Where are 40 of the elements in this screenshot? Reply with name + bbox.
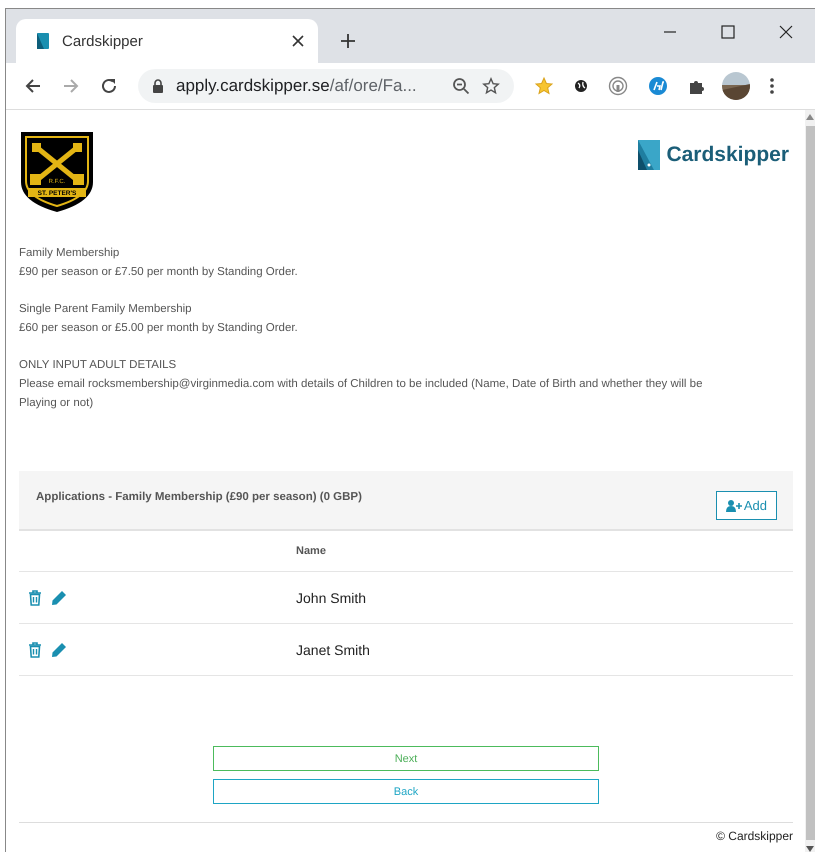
browser-tab[interactable]: Cardskipper	[16, 19, 318, 63]
close-icon[interactable]	[779, 25, 793, 39]
avatar-icon[interactable]	[722, 72, 750, 100]
info-title: ONLY INPUT ADULT DETAILS	[19, 358, 178, 373]
column-header: Name	[296, 545, 326, 557]
tab-title: Cardskipper	[62, 32, 144, 50]
table-cell: Janet Smith	[296, 642, 370, 658]
add-user-icon	[726, 500, 742, 512]
table-cell: John Smith	[296, 590, 366, 606]
panel-title: Applications - Family Membership (£90 per season) (0 GBP)	[36, 491, 362, 503]
trash-icon[interactable]	[28, 590, 42, 606]
zoom-out-icon[interactable]	[452, 77, 470, 95]
plus-icon[interactable]	[340, 33, 356, 49]
card-icon	[36, 32, 50, 50]
add-button[interactable]: Add	[716, 491, 777, 520]
info-title: Family Membership	[19, 246, 120, 261]
extension-icon[interactable]	[648, 76, 668, 96]
star-icon[interactable]	[534, 76, 554, 96]
pencil-icon[interactable]	[51, 642, 67, 658]
pencil-icon[interactable]	[51, 590, 67, 606]
brand-logo: Cardskipper	[638, 140, 789, 170]
back-arrow-icon[interactable]	[24, 77, 42, 95]
address-bar[interactable]: apply.cardskipper.se/af/ore/Fa...	[138, 69, 514, 103]
url-text: apply.cardskipper.se/af/ore/Fa...	[176, 76, 417, 96]
nav-button[interactable]: Back	[213, 779, 599, 804]
nav-button[interactable]: Next	[213, 746, 599, 771]
copyright-text: © Cardskipper	[716, 829, 793, 843]
info-text: £60 per season or £5.00 per month by Standing Order.	[19, 321, 299, 336]
lock-icon	[152, 79, 164, 93]
menu-icon[interactable]	[770, 78, 774, 94]
info-title: Single Parent Family Membership	[19, 302, 193, 317]
scroll-up-icon[interactable]	[806, 114, 814, 120]
close-icon[interactable]	[292, 35, 304, 47]
reload-icon[interactable]	[100, 77, 118, 95]
maximize-icon[interactable]	[721, 25, 735, 39]
info-text: Please email rocksmembership@virginmedia.com with details of Children to be included (Name, Date of Birth and whether they will be Playing or not)	[19, 377, 704, 411]
info-text: £90 per season or £7.50 per month by Standing Order.	[19, 265, 299, 280]
scroll-down-icon[interactable]	[806, 846, 814, 852]
star-icon[interactable]	[482, 77, 500, 95]
trash-icon[interactable]	[28, 642, 42, 658]
